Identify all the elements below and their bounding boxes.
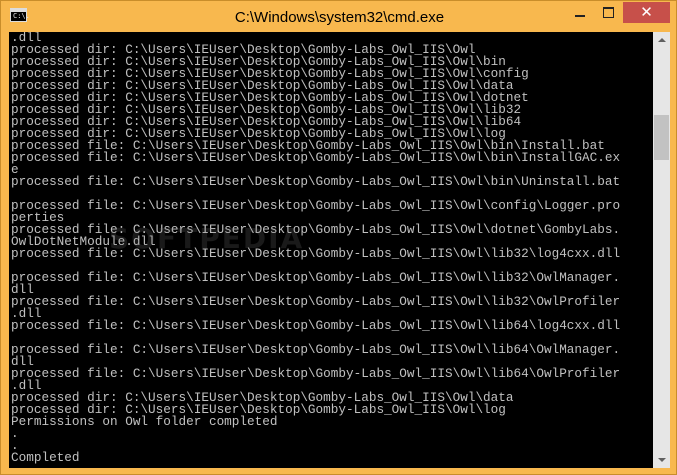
title-bar[interactable]: C:\. C:\Windows\system32\cmd.exe ✕ bbox=[1, 1, 676, 32]
cmd-window: C:\. C:\Windows\system32\cmd.exe ✕ .dll p… bbox=[0, 0, 677, 475]
console-cursor bbox=[9, 464, 653, 468]
console-line: processed file: C:\Users\IEUser\Desktop\… bbox=[11, 174, 621, 189]
scroll-up-arrow-icon[interactable] bbox=[653, 32, 670, 49]
close-button[interactable]: ✕ bbox=[623, 2, 670, 23]
minimize-button[interactable] bbox=[566, 2, 594, 23]
console-line: Completed bbox=[11, 450, 80, 465]
console-line: processed file: C:\Users\IEUser\Desktop\… bbox=[11, 198, 621, 213]
scroll-down-arrow-icon[interactable] bbox=[653, 451, 670, 468]
scroll-thumb[interactable] bbox=[654, 115, 669, 160]
console-line: . bbox=[11, 438, 19, 453]
console-line: processed file: C:\Users\IEUser\Desktop\… bbox=[11, 366, 621, 381]
console-line: processed file: C:\Users\IEUser\Desktop\… bbox=[11, 294, 621, 309]
console-line: processed file: C:\Users\IEUser\Desktop\… bbox=[11, 150, 621, 165]
vertical-scrollbar[interactable] bbox=[653, 32, 670, 468]
watermark: SOFTPEDIA bbox=[109, 222, 305, 255]
console-line: processed file: C:\Users\IEUser\Desktop\… bbox=[11, 318, 621, 333]
console-output[interactable]: .dll processed dir: C:\Users\IEUser\Deskt… bbox=[9, 32, 653, 468]
console-line: processed file: C:\Users\IEUser\Desktop\… bbox=[11, 246, 621, 261]
maximize-button[interactable] bbox=[595, 2, 622, 23]
console-line: processed file: C:\Users\IEUser\Desktop\… bbox=[11, 270, 621, 285]
console-line: Permissions on Owl folder completed bbox=[11, 414, 278, 429]
console-lines: .dll processed dir: C:\Users\IEUser\Deskt… bbox=[9, 32, 653, 468]
console-line: . bbox=[11, 426, 19, 441]
console-line: processed file: C:\Users\IEUser\Desktop\… bbox=[11, 342, 621, 357]
